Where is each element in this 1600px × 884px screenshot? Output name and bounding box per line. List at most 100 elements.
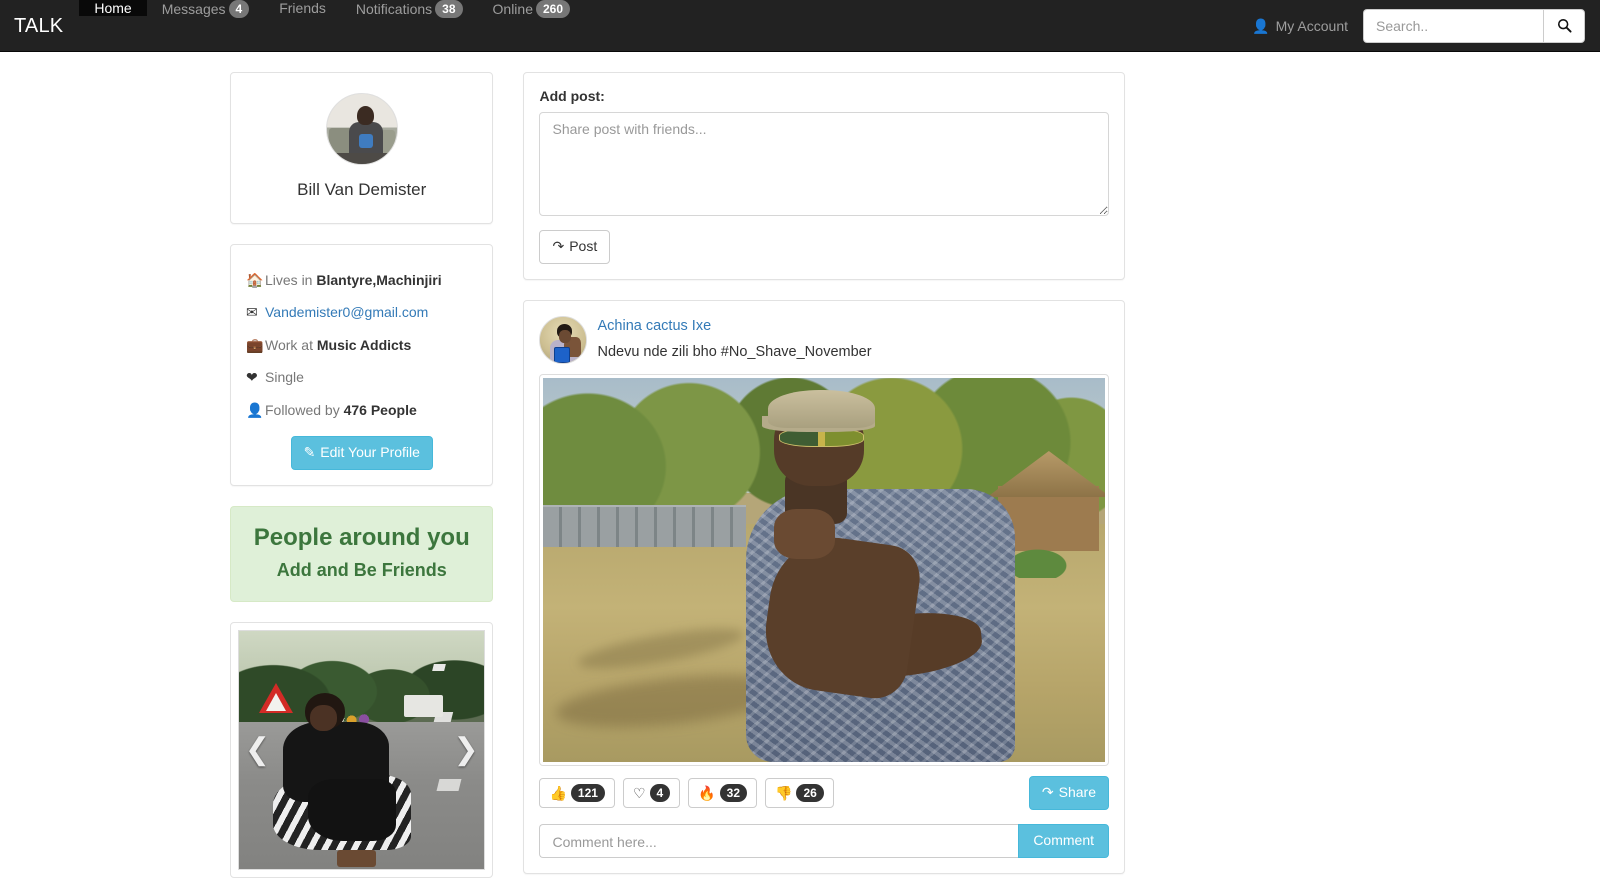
nav-label-online: Online	[492, 1, 533, 17]
thumbs-up-icon: 👍	[549, 785, 567, 802]
comment-button-label: Comment	[1033, 832, 1094, 849]
profile-info-panel: 🏠 Lives in Blantyre,Machinjiri ✉ Vandemi…	[230, 244, 494, 486]
user-icon: 👤	[246, 401, 264, 418]
nav-label-home: Home	[94, 0, 132, 16]
carousel-slide: ❮ ❯	[238, 630, 486, 871]
search-button[interactable]	[1543, 8, 1585, 43]
profile-panel: Bill Van Demister	[230, 72, 494, 225]
share-square-icon: ↷	[1041, 784, 1054, 801]
love-button[interactable]: ♡ 4	[622, 778, 681, 809]
info-prefix-followers: Followed by	[265, 401, 344, 418]
main-nav: Home Messages 4 Friends Notifications 38…	[79, 0, 585, 51]
edit-profile-label: Edit Your Profile	[320, 444, 420, 461]
comment-button[interactable]: Comment	[1018, 823, 1109, 858]
edit-profile-button[interactable]: ✎ Edit Your Profile	[290, 436, 433, 470]
add-post-textarea[interactable]	[539, 112, 1109, 216]
email-link[interactable]: Vandemister0@gmail.com	[265, 301, 428, 323]
people-carousel: ❮ ❯	[230, 622, 494, 879]
post-button[interactable]: ↷ Post	[539, 230, 611, 264]
info-value-work: Music Addicts	[316, 336, 412, 353]
envelope-icon: ✉	[246, 304, 258, 321]
post-author-link[interactable]: Achina cactus Ixe	[597, 316, 871, 337]
search-icon	[1557, 18, 1572, 33]
dislike-button[interactable]: 👎 26	[765, 778, 834, 809]
carousel-prev-button[interactable]: ❮	[239, 631, 276, 869]
post-image[interactable]	[543, 378, 1105, 763]
add-post-panel: Add post: ↷ Post	[523, 72, 1125, 280]
info-prefix-work: Work at	[265, 336, 317, 353]
nearby-title: People around you	[253, 523, 470, 551]
nav-item-friends[interactable]: Friends	[264, 0, 341, 16]
info-value-relationship: Single	[265, 369, 304, 386]
nav-label-notifications: Notifications	[355, 1, 433, 17]
brand-logo[interactable]: TALK	[0, 0, 79, 51]
info-value-followers: 476 People	[343, 401, 417, 418]
avatar[interactable]	[325, 93, 398, 165]
share-button[interactable]: ↷ Share	[1028, 776, 1109, 810]
edit-profile-row: ✎ Edit Your Profile	[246, 426, 477, 470]
nav-item-online[interactable]: Online 260	[478, 0, 586, 18]
edit-icon: ✎	[303, 444, 316, 461]
heart-icon: ❤	[246, 369, 258, 386]
search-form	[1363, 8, 1585, 43]
feed-post: Achina cactus Ixe Ndevu nde zili bho #No…	[523, 299, 1125, 874]
nav-item-messages[interactable]: Messages 4	[147, 0, 265, 18]
comment-row: Comment	[539, 823, 1109, 858]
share-button-label: Share	[1058, 784, 1096, 801]
messages-badge: 4	[228, 0, 250, 18]
nav-item-notifications[interactable]: Notifications 38	[341, 0, 478, 18]
info-prefix-location: Lives in	[265, 272, 317, 289]
search-input[interactable]	[1363, 8, 1543, 43]
carousel-next-button[interactable]: ❯	[448, 631, 485, 869]
dislike-count: 26	[796, 784, 824, 803]
profile-info-body: 🏠 Lives in Blantyre,Machinjiri ✉ Vandemi…	[231, 245, 492, 485]
profile-info-list: 🏠 Lives in Blantyre,Machinjiri ✉ Vandemi…	[246, 260, 477, 426]
info-item-followers: 👤 Followed by 476 People	[246, 394, 477, 426]
profile-name: Bill Van Demister	[297, 180, 427, 199]
people-around-you-alert: People around you Add and Be Friends	[230, 505, 494, 603]
info-item-email: ✉ Vandemister0@gmail.com	[246, 296, 477, 328]
sidebar: Bill Van Demister 🏠 Lives in Blantyre,Ma…	[215, 72, 508, 884]
nav-item-home[interactable]: Home	[79, 0, 147, 16]
share-square-icon: ↷	[552, 238, 565, 254]
add-post-body: Add post: ↷ Post	[524, 73, 1124, 279]
post-meta: Achina cactus Ixe Ndevu nde zili bho #No…	[597, 316, 871, 364]
post-header: Achina cactus Ixe Ndevu nde zili bho #No…	[539, 315, 1109, 364]
chevron-right-icon: ❯	[453, 733, 479, 767]
page-container: Bill Van Demister 🏠 Lives in Blantyre,Ma…	[0, 52, 1140, 884]
navbar-right: 👤 My Account	[1237, 0, 1600, 51]
reaction-group: 👍 121 ♡ 4 🔥 32 👎 26	[539, 778, 834, 809]
nearby-subtitle: Add and Be Friends	[276, 560, 447, 581]
online-badge: 260	[535, 0, 571, 18]
fire-button[interactable]: 🔥 32	[688, 778, 757, 809]
chevron-left-icon: ❮	[244, 733, 270, 767]
fire-icon: 🔥	[698, 785, 716, 802]
nav-label-friends: Friends	[279, 0, 326, 16]
info-item-relationship: ❤ Single	[246, 361, 477, 393]
like-count: 121	[570, 784, 605, 803]
fire-count: 32	[719, 784, 747, 803]
info-item-work: 💼 Work at Music Addicts	[246, 329, 477, 361]
feed-post-body: Achina cactus Ixe Ndevu nde zili bho #No…	[524, 301, 1124, 873]
add-post-label: Add post:	[539, 88, 605, 104]
post-author-avatar[interactable]	[539, 315, 588, 364]
notifications-badge: 38	[435, 0, 463, 18]
main-content: Add post: ↷ Post Achi	[508, 72, 1140, 884]
profile-card: Bill Van Demister	[231, 73, 492, 223]
user-icon: 👤	[1252, 17, 1270, 34]
my-account-link[interactable]: 👤 My Account	[1237, 18, 1363, 34]
love-count: 4	[649, 784, 671, 803]
like-button[interactable]: 👍 121	[539, 778, 615, 809]
top-navbar: TALK Home Messages 4 Friends Notificatio…	[0, 0, 1600, 52]
add-post-actions: ↷ Post	[539, 230, 1109, 264]
post-button-label: Post	[569, 238, 598, 254]
info-value-location: Blantyre,Machinjiri	[316, 272, 442, 289]
my-account-label: My Account	[1275, 17, 1348, 34]
home-icon: 🏠	[246, 272, 264, 289]
comment-input[interactable]	[539, 823, 1019, 858]
info-item-location: 🏠 Lives in Blantyre,Machinjiri	[246, 264, 477, 296]
heart-icon: ♡	[632, 785, 646, 802]
thumbs-down-icon: 👎	[775, 785, 793, 802]
post-text: Ndevu nde zili bho #No_Shave_November	[597, 343, 872, 360]
post-image-frame	[539, 374, 1109, 767]
